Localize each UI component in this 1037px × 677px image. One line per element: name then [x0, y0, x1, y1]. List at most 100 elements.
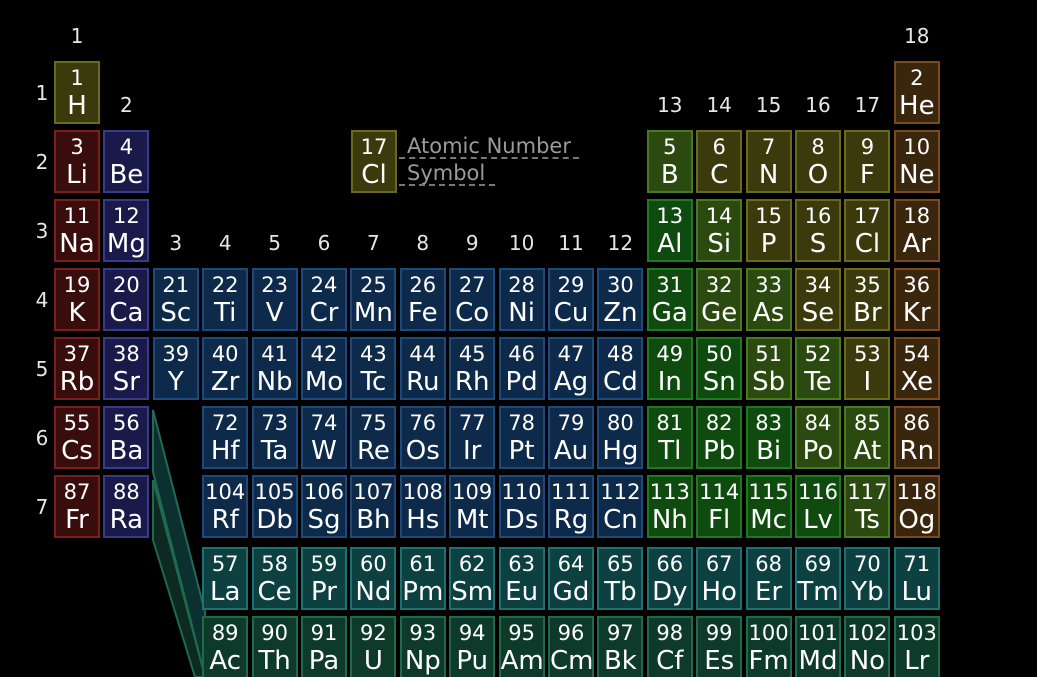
element-ho[interactable]: 67 Ho — [696, 547, 743, 610]
element-hg[interactable]: 80 Hg — [597, 406, 644, 469]
element-mn[interactable]: 25 Mn — [350, 268, 397, 331]
element-po[interactable]: 84 Po — [795, 406, 841, 469]
element-zn[interactable]: 30 Zn — [597, 268, 644, 331]
element-p[interactable]: 15 P — [745, 199, 792, 262]
element-pd[interactable]: 46 Pd — [498, 337, 545, 400]
element-os[interactable]: 76 Os — [399, 406, 446, 469]
element-te[interactable]: 52 Te — [795, 337, 841, 400]
element-pu[interactable]: 94 Pu — [449, 616, 496, 677]
element-o[interactable]: 8O — [795, 130, 841, 193]
element-es[interactable]: 99 Es — [696, 616, 743, 677]
element-y[interactable]: 39 Y — [152, 337, 199, 400]
element-hf[interactable]: 72 Hf — [202, 406, 249, 469]
element-la[interactable]: 57 La — [202, 547, 249, 610]
element-cn[interactable]: 112 Cn — [597, 475, 644, 538]
element-c[interactable]: 6C — [696, 130, 743, 193]
element-cf[interactable]: 98 Cf — [646, 616, 693, 677]
element-au[interactable]: 79 Au — [548, 406, 594, 469]
element-dy[interactable]: 66 Dy — [646, 547, 693, 610]
element-re[interactable]: 75 Re — [350, 406, 397, 469]
element-w[interactable]: 74 W — [301, 406, 347, 469]
element-pb[interactable]: 82 Pb — [696, 406, 743, 469]
element-no[interactable]: 102 No — [844, 616, 891, 677]
element-sm[interactable]: 62 Sm — [449, 547, 496, 610]
element-tb[interactable]: 65 Tb — [597, 547, 644, 610]
element-pr[interactable]: 59 Pr — [301, 547, 347, 610]
element-co[interactable]: 27 Co — [449, 268, 496, 331]
element-md[interactable]: 101 Md — [795, 616, 841, 677]
element-ne[interactable]: 10 Ne — [893, 130, 940, 193]
element-ga[interactable]: 31 Ga — [646, 268, 693, 331]
element-nd[interactable]: 60 Nd — [350, 547, 397, 610]
element-ds[interactable]: 110 Ds — [498, 475, 545, 538]
element-sb[interactable]: 51 Sb — [745, 337, 792, 400]
element-si[interactable]: 14 Si — [696, 199, 743, 262]
element-yb[interactable]: 70 Yb — [844, 547, 891, 610]
element-n[interactable]: 7N — [745, 130, 792, 193]
element-i[interactable]: 53 I — [844, 337, 891, 400]
element-bk[interactable]: 97 Bk — [597, 616, 644, 677]
element-nb[interactable]: 41 Nb — [251, 337, 298, 400]
element-rf[interactable]: 104 Rf — [202, 475, 249, 538]
element-rn[interactable]: 86 Rn — [893, 406, 940, 469]
element-nh[interactable]: 113 Nh — [646, 475, 693, 538]
element-ta[interactable]: 73 Ta — [251, 406, 298, 469]
element-u[interactable]: 92 U — [350, 616, 397, 677]
element-bh[interactable]: 107 Bh — [350, 475, 397, 538]
element-lv[interactable]: 116 Lv — [795, 475, 841, 538]
element-fe[interactable]: 26 Fe — [399, 268, 446, 331]
element-pm[interactable]: 61 Pm — [399, 547, 446, 610]
element-fl[interactable]: 114 Fl — [696, 475, 743, 538]
element-zr[interactable]: 40 Zr — [202, 337, 249, 400]
element-cs[interactable]: 55 Cs — [54, 406, 100, 469]
element-ge[interactable]: 32 Ge — [696, 268, 743, 331]
element-ca[interactable]: 20 Ca — [103, 268, 150, 331]
element-lr[interactable]: 103 Lr — [893, 616, 940, 677]
element-pt[interactable]: 78 Pt — [498, 406, 545, 469]
element-ts[interactable]: 117 Ts — [844, 475, 891, 538]
element-as[interactable]: 33 As — [745, 268, 792, 331]
element-al[interactable]: 13 Al — [646, 199, 693, 262]
element-pa[interactable]: 91 Pa — [301, 616, 347, 677]
element-sc[interactable]: 21 Sc — [152, 268, 199, 331]
element-xe[interactable]: 54 Xe — [893, 337, 940, 400]
element-tl[interactable]: 81 Tl — [646, 406, 693, 469]
element-db[interactable]: 105 Db — [251, 475, 298, 538]
element-b[interactable]: 5B — [646, 130, 693, 193]
element-kr[interactable]: 36 Kr — [893, 268, 940, 331]
element-br[interactable]: 35 Br — [844, 268, 891, 331]
element-er[interactable]: 68 Er — [745, 547, 792, 610]
element-in[interactable]: 49 In — [646, 337, 693, 400]
element-np[interactable]: 93 Np — [399, 616, 446, 677]
element-ba[interactable]: 56 Ba — [103, 406, 150, 469]
element-sr[interactable]: 38 Sr — [103, 337, 150, 400]
element-fr[interactable]: 87 Fr — [54, 475, 100, 538]
element-sn[interactable]: 50 Sn — [696, 337, 743, 400]
element-og[interactable]: 118 Og — [893, 475, 940, 538]
element-ar[interactable]: 18 Ar — [893, 199, 940, 262]
element-mg[interactable]: 12 Mg — [103, 199, 150, 262]
element-mc[interactable]: 115 Mc — [745, 475, 792, 538]
element-tm[interactable]: 69 Tm — [795, 547, 841, 610]
element-hs[interactable]: 108 Hs — [399, 475, 446, 538]
element-k[interactable]: 19 K — [54, 268, 100, 331]
element-v[interactable]: 23 V — [251, 268, 298, 331]
element-be[interactable]: 4 Be — [103, 130, 150, 193]
element-mo[interactable]: 42 Mo — [301, 337, 347, 400]
element-na[interactable]: 11 Na — [54, 199, 100, 262]
element-f[interactable]: 9F — [844, 130, 891, 193]
element-cu[interactable]: 29 Cu — [548, 268, 594, 331]
element-ag[interactable]: 47 Ag — [548, 337, 594, 400]
element-rb[interactable]: 37 Rb — [54, 337, 100, 400]
element-h[interactable]: 1H — [54, 61, 100, 124]
element-li[interactable]: 3 Li — [54, 130, 100, 193]
element-ce[interactable]: 58 Ce — [251, 547, 298, 610]
element-ir[interactable]: 77 Ir — [449, 406, 496, 469]
element-cr[interactable]: 24 Cr — [301, 268, 347, 331]
element-gd[interactable]: 64 Gd — [548, 547, 594, 610]
element-rh[interactable]: 45 Rh — [449, 337, 496, 400]
element-ra[interactable]: 88 Ra — [103, 475, 150, 538]
element-mt[interactable]: 109 Mt — [449, 475, 496, 538]
element-s[interactable]: 16 S — [795, 199, 841, 262]
element-lu[interactable]: 71 Lu — [893, 547, 940, 610]
